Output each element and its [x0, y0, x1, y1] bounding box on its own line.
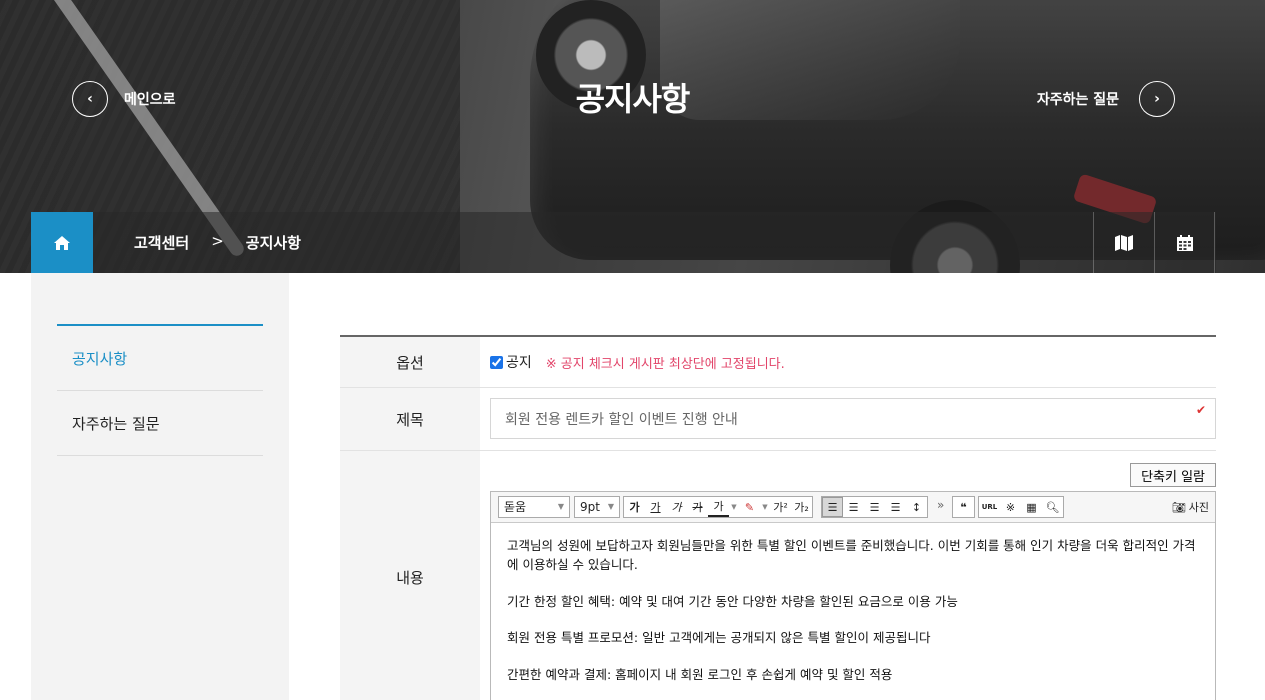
content-paragraph: 고객님의 성원에 보답하고자 회원님들만을 위한 특별 할인 이벤트를 준비했습…: [507, 538, 1196, 572]
align-center-icon[interactable]: ☰: [843, 497, 864, 517]
map-button[interactable]: [1093, 212, 1154, 273]
table-icon[interactable]: ▦: [1021, 497, 1042, 517]
align-right-icon[interactable]: ☰: [864, 497, 885, 517]
breadcrumb-bar: 고객센터 > 공지사항: [31, 212, 1216, 273]
strikethrough-button[interactable]: 가: [687, 497, 708, 517]
shortcut-list-button[interactable]: 단축키 일람: [1130, 463, 1216, 487]
option-label: 옵션: [340, 337, 480, 387]
underline-button[interactable]: 가: [645, 497, 666, 517]
home-icon: [54, 235, 70, 250]
calendar-icon: [1176, 234, 1193, 251]
notice-checkbox-label: 공지: [506, 355, 532, 371]
subject-label: 제목: [340, 388, 480, 450]
subject-row: 제목 ✔: [340, 388, 1216, 451]
editor-toolbar: 돋움 ▼ 9pt ▼ 가 가 가 가 가 ▼ ✎ ▼ 가² 가₂ ☰ ☰ ☰ ☰…: [491, 492, 1215, 523]
font-family-value: 돋움: [504, 500, 527, 514]
photo-upload-button[interactable]: 📷︎ 사진: [1172, 499, 1209, 515]
more-tools-button[interactable]: »: [937, 498, 944, 512]
sidebar: 공지사항 자주하는 질문: [31, 273, 289, 700]
font-family-select[interactable]: 돋움 ▼: [498, 496, 570, 518]
subscript-button[interactable]: 가₂: [791, 497, 812, 517]
url-button[interactable]: URL: [979, 497, 1000, 517]
text-format-group: 가 가 가 가 가 ▼ ✎ ▼ 가² 가₂: [623, 496, 813, 518]
search-icon[interactable]: 🔍︎: [1042, 497, 1063, 517]
chevron-down-icon: ▼: [557, 502, 564, 511]
map-icon: [1115, 234, 1133, 251]
content-paragraph: 회원 전용 특별 프로모션: 일반 고객에게는 공개되지 않은 특별 할인이 제…: [507, 630, 931, 646]
superscript-button[interactable]: 가²: [770, 497, 791, 517]
home-button[interactable]: [31, 212, 93, 273]
camera-icon: 📷︎: [1171, 500, 1186, 514]
align-justify-icon[interactable]: ☰: [885, 497, 906, 517]
align-group: ☰ ☰ ☰ ☰ ↕: [821, 496, 928, 518]
hero-banner: ‹ 메인으로 공지사항 자주하는 질문 › 고객센터 > 공지사항: [0, 0, 1265, 273]
option-row: 옵션 공지 ※ 공지 체크시 게시판 최상단에 고정됩니다.: [340, 337, 1216, 388]
highlight-icon[interactable]: ✎: [739, 497, 760, 517]
subject-input[interactable]: [490, 398, 1216, 439]
notice-option[interactable]: 공지 ※ 공지 체크시 게시판 최상단에 고정됩니다.: [490, 352, 785, 372]
content-paragraph: 기간 한정 할인 혜택: 예약 및 대여 기간 동안 다양한 차량을 할인된 요…: [507, 593, 958, 609]
notice-hint: ※ 공지 체크시 게시판 최상단에 고정됩니다.: [545, 356, 785, 372]
breadcrumb-item[interactable]: 고객센터: [134, 232, 189, 253]
font-color-button[interactable]: 가: [708, 497, 729, 517]
calendar-button[interactable]: [1154, 212, 1215, 273]
align-left-icon[interactable]: ☰: [822, 497, 843, 517]
italic-button[interactable]: 가: [666, 497, 687, 517]
quote-icon[interactable]: ❝: [953, 497, 974, 517]
sidebar-item-notice[interactable]: 공지사항: [57, 326, 263, 391]
next-page-link[interactable]: 자주하는 질문 ›: [1037, 81, 1175, 117]
breadcrumb: 고객센터 > 공지사항: [134, 232, 301, 253]
font-size-value: 9pt: [580, 500, 600, 514]
quote-group: ❝: [952, 496, 975, 518]
chevron-down-icon[interactable]: ▼: [760, 497, 770, 517]
sidebar-item-faq[interactable]: 자주하는 질문: [57, 391, 263, 456]
editor-content[interactable]: 고객님의 성원에 보답하고자 회원님들만을 위한 특별 할인 이벤트를 준비했습…: [491, 523, 1215, 700]
line-height-icon[interactable]: ↕: [906, 497, 927, 517]
special-char-icon[interactable]: ※: [1000, 497, 1021, 517]
content-label: 내용: [340, 451, 480, 700]
content-paragraph: 간편한 예약과 결제: 홈페이지 내 회원 로그인 후 손쉽게 예약 및 할인 …: [507, 667, 893, 682]
chevron-down-icon[interactable]: ▼: [729, 497, 739, 517]
breadcrumb-item[interactable]: 공지사항: [246, 232, 301, 253]
content-row: 내용 단축키 일람 돋움 ▼ 9pt ▼ 가 가 가 가 가 ▼ ✎ ▼ 가² …: [340, 451, 1216, 700]
breadcrumb-separator: >: [211, 232, 224, 250]
bold-button[interactable]: 가: [624, 497, 645, 517]
rich-text-editor: 돋움 ▼ 9pt ▼ 가 가 가 가 가 ▼ ✎ ▼ 가² 가₂ ☰ ☰ ☰ ☰…: [490, 491, 1216, 700]
font-size-select[interactable]: 9pt ▼: [574, 496, 620, 518]
chevron-down-icon: ▼: [607, 502, 614, 511]
chevron-right-icon[interactable]: ›: [1139, 81, 1175, 117]
photo-button-label: 사진: [1188, 501, 1209, 514]
write-form: 옵션 공지 ※ 공지 체크시 게시판 최상단에 고정됩니다. 제목 ✔ 내용 단…: [340, 335, 1216, 700]
next-page-label: 자주하는 질문: [1036, 92, 1119, 108]
insert-group: URL ※ ▦ 🔍︎: [978, 496, 1064, 518]
required-check-icon: ✔: [1195, 403, 1206, 417]
notice-checkbox[interactable]: [490, 355, 503, 369]
